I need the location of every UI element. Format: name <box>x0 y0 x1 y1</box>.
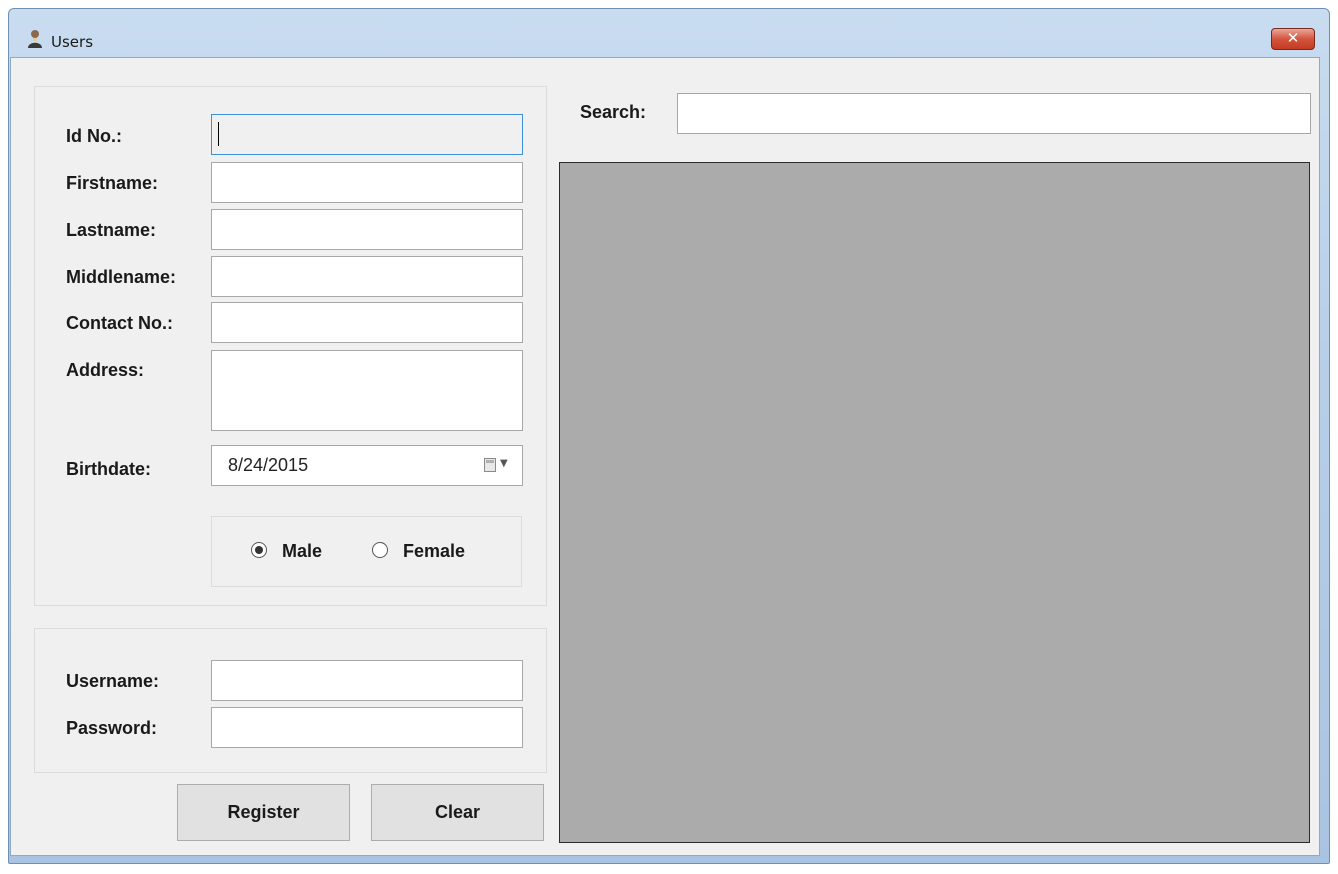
text-caret <box>218 122 219 146</box>
close-icon: ✕ <box>1286 29 1300 47</box>
search-input[interactable] <box>677 93 1311 134</box>
birthdate-picker[interactable]: 8/24/2015 ▼ <box>211 445 523 486</box>
chevron-down-icon[interactable]: ▼ <box>500 458 508 469</box>
firstname-label: Firstname: <box>66 173 159 193</box>
register-button[interactable]: Register <box>177 784 350 841</box>
female-label[interactable]: Female <box>403 541 465 562</box>
male-label[interactable]: Male <box>282 541 322 562</box>
id-field[interactable] <box>211 114 523 155</box>
middlename-label: Middlename: <box>66 267 177 287</box>
firstname-field[interactable] <box>211 162 523 203</box>
title-bar[interactable]: Users ✕ <box>9 9 1329 59</box>
close-button[interactable]: ✕ <box>1271 28 1315 50</box>
password-label: Password: <box>66 718 158 738</box>
username-field[interactable] <box>211 660 523 701</box>
birthdate-value: 8/24/2015 <box>228 455 309 475</box>
calendar-icon[interactable] <box>484 458 496 472</box>
contact-field[interactable] <box>211 302 523 343</box>
username-label: Username: <box>66 671 160 691</box>
contact-label: Contact No.: <box>66 313 173 333</box>
clear-button[interactable]: Clear <box>371 784 544 841</box>
lastname-label: Lastname: <box>66 220 157 240</box>
female-radio[interactable] <box>372 542 388 558</box>
address-textarea[interactable] <box>211 350 523 431</box>
male-radio[interactable] <box>251 542 267 558</box>
id-label: Id No.: <box>66 126 122 146</box>
password-field[interactable] <box>211 707 523 748</box>
address-label: Address: <box>66 360 145 380</box>
window-title: Users <box>51 33 94 51</box>
user-icon <box>28 30 42 48</box>
lastname-field[interactable] <box>211 209 523 250</box>
search-label: Search: <box>580 102 647 122</box>
birthdate-label: Birthdate: <box>66 459 151 479</box>
users-data-grid[interactable] <box>559 162 1310 843</box>
middlename-field[interactable] <box>211 256 523 297</box>
